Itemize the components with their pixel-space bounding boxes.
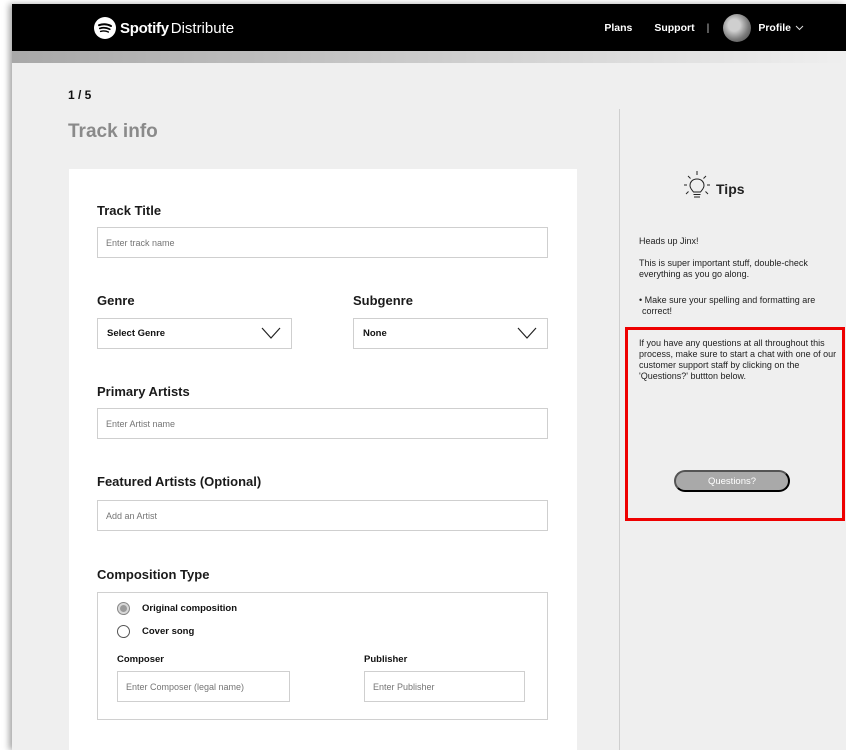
featured-artists-label: Featured Artists (Optional) [97, 474, 262, 489]
subgenre-label: Subgenre [353, 293, 413, 308]
top-nav: Plans Support | Profile [604, 4, 804, 51]
subgenre-select[interactable]: None [353, 318, 548, 349]
app-window: Spotify Distribute Plans Support | Profi… [12, 4, 846, 750]
profile-label: Profile [758, 21, 791, 34]
page-title: Track info [68, 121, 158, 142]
composition-type-box: Original composition Cover song Composer… [97, 592, 548, 720]
top-bar: Spotify Distribute Plans Support | Profi… [12, 4, 846, 51]
avatar [723, 13, 752, 42]
spotify-logo-icon [94, 17, 116, 39]
radio-cover-song[interactable]: Cover song [117, 625, 194, 638]
primary-artists-label: Primary Artists [97, 384, 190, 399]
publisher-label: Publisher [364, 654, 408, 665]
profile-menu[interactable]: Profile [723, 13, 804, 42]
publisher-input[interactable] [364, 671, 525, 702]
spotify-distribute-logo[interactable]: Spotify Distribute [94, 17, 234, 39]
sidebar-divider [619, 109, 620, 750]
tips-greeting: Heads up Jinx! [639, 236, 699, 246]
nav-support-link[interactable]: Support [654, 22, 694, 34]
subgenre-select-value: None [363, 328, 387, 339]
tips-header: Tips [684, 169, 745, 208]
lightbulb-icon [684, 169, 710, 208]
track-title-input[interactable] [97, 227, 548, 258]
tips-title: Tips [716, 180, 745, 197]
featured-artists-input[interactable] [97, 500, 548, 531]
composer-label: Composer [117, 654, 164, 665]
primary-artists-input[interactable] [97, 408, 548, 439]
nav-separator: | [706, 21, 710, 34]
radio-original-composition[interactable]: Original composition [117, 602, 237, 615]
genre-label: Genre [97, 293, 135, 308]
questions-button[interactable]: Questions? [674, 470, 790, 492]
product-name: Distribute [170, 19, 235, 37]
genre-select[interactable]: Select Genre [97, 318, 292, 349]
tips-bullet: • Make sure your spelling and formatting… [639, 295, 816, 316]
chevron-down-icon [517, 327, 537, 342]
radio-selected-icon[interactable] [117, 602, 130, 615]
chevron-down-icon [261, 327, 281, 342]
chevron-down-icon [795, 23, 804, 33]
composer-input[interactable] [117, 671, 290, 702]
nav-plans-link[interactable]: Plans [604, 22, 632, 34]
composition-type-label: Composition Type [97, 567, 210, 582]
track-info-form: Track Title Genre Select Genre Subgenre … [69, 169, 577, 750]
genre-select-value: Select Genre [107, 328, 166, 339]
track-title-label: Track Title [97, 203, 162, 218]
radio-unselected-icon[interactable] [117, 625, 130, 638]
progress-bar [12, 51, 846, 63]
radio-label: Original composition [142, 603, 238, 614]
step-indicator: 1 / 5 [68, 88, 92, 102]
tips-intro: This is super important stuff, double-ch… [639, 258, 808, 279]
brand-name: Spotify [120, 19, 169, 37]
radio-label: Cover song [142, 626, 195, 637]
